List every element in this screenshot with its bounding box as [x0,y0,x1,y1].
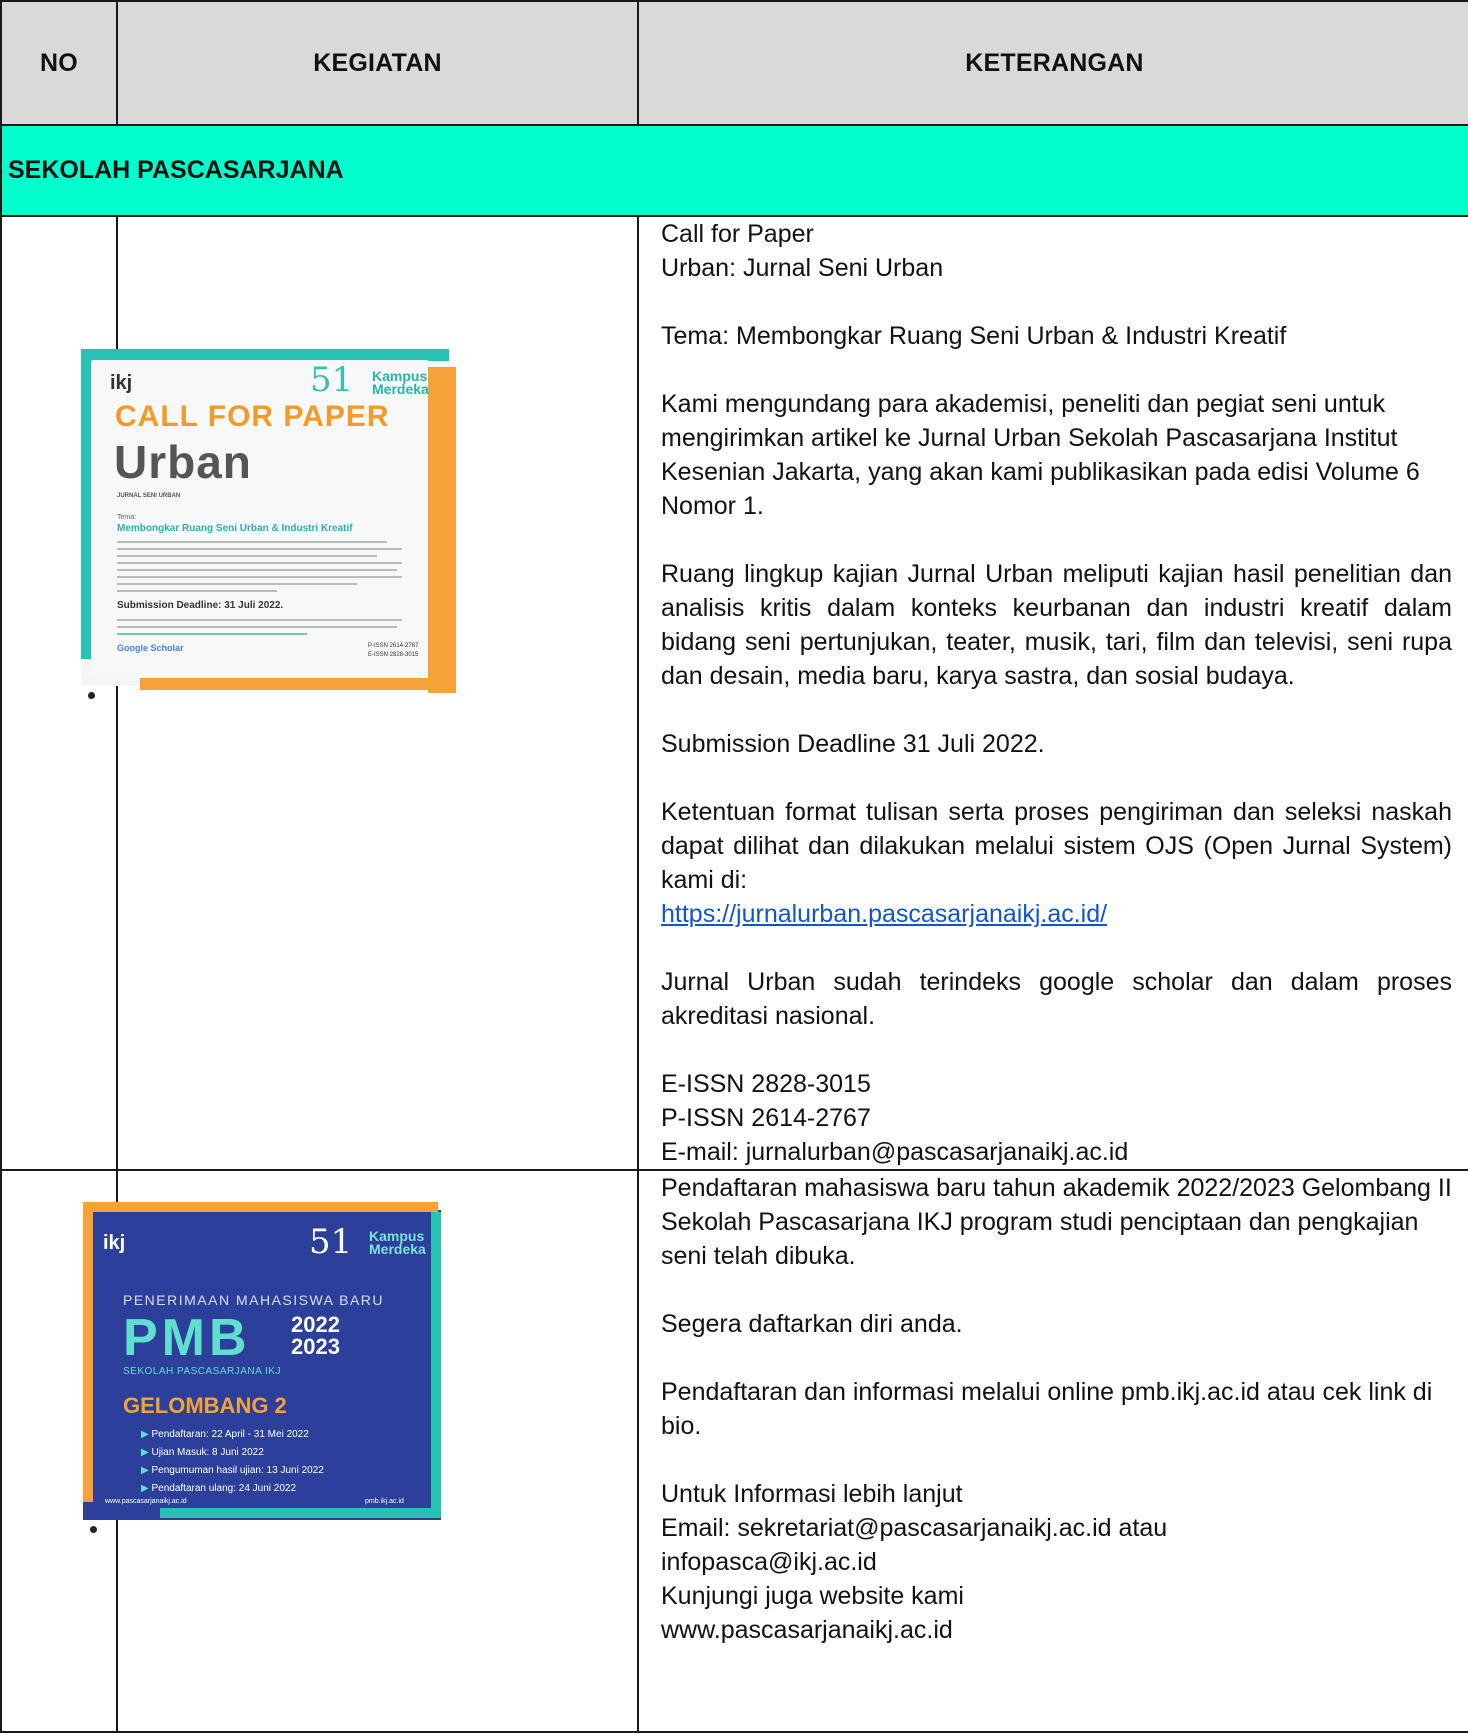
poster1-title: CALL FOR PAPER [115,400,390,433]
text-line: Email: sekretariat@pascasarjanaikj.ac.id… [661,1514,1168,1542]
carousel-dot-icon [88,1524,99,1535]
poster1-urban: Urban [114,436,252,488]
text-paragraph: Ruang lingkup kajian Jurnal Urban melipu… [661,560,1452,690]
text-line: P-ISSN 2614-2767 [661,1104,871,1132]
schedule-item-text: Pengumuman hasil ujian: 13 Juni 2022 [151,1465,324,1476]
text-line: Submission Deadline 31 Juli 2022. [661,730,1045,758]
schedule-item: ▶ Pendaftaran ulang: 24 Juni 2022 [141,1483,297,1494]
poster1-pissn: P-ISSN 2614-2767 [368,643,419,649]
poster1-orange-edge [428,367,456,693]
text-line: Segera daftarkan diri anda. [661,1310,963,1338]
poster1-eissn: E-ISSN 2828-3015 [368,652,419,658]
schedule-item: ▶ Pengumuman hasil ujian: 13 Juni 2022 [141,1465,324,1476]
header-row: NO KEGIATAN KETERANGAN [0,0,1468,126]
header-no: NO [0,0,118,126]
carousel-dot-icon [88,692,95,699]
text-paragraph: Jurnal Urban sudah terindeks google scho… [661,968,1452,1030]
poster2-teal-bottom [160,1508,441,1518]
text-paragraph: Ketentuan format tulisan serta proses pe… [661,798,1452,894]
poster2-pmb: PMB [123,1309,251,1367]
poster2-schedule: ▶ Pendaftaran: 22 April - 31 Mei 2022 ▶ … [141,1426,324,1498]
google-scholar-logo: Google Scholar [117,643,184,653]
text-line: infopasca@ikj.ac.id [661,1548,877,1576]
row1-keterangan: Call for Paper Urban: Jurnal Seni Urban … [637,215,1468,1171]
schedule-item: ▶ Pendaftaran: 22 April - 31 Mei 2022 [141,1429,309,1440]
text-line: Tema: Membongkar Ruang Seni Urban & Indu… [661,322,1287,350]
schedule-item-text: Ujian Masuk: 8 Juni 2022 [151,1447,264,1458]
poster2-background: ikj 51 Kampus Merdeka PENERIMAAN MAHASISW… [83,1210,441,1520]
header-keterangan: KETERANGAN [637,0,1468,126]
text-line: Call for Paper [661,220,814,248]
poster2-years: 2022 2023 [291,1314,340,1358]
logo-51: 51 [310,360,354,400]
poster2-web: www.pascasarjanaikj.ac.id [105,1498,187,1505]
kampus-merdeka-logo: Kampus Merdeka [369,1229,426,1257]
poster1-body-lines [117,541,402,592]
text-line: Kunjungi juga website kami [661,1582,964,1610]
ikj-logo: ikj [110,372,133,394]
text-line: E-ISSN 2828-3015 [661,1070,871,1098]
poster1-tema: Membongkar Ruang Seni Urban & Industri K… [117,523,353,534]
logo-51: 51 [309,1222,353,1262]
poster1-teal-edge [81,349,91,659]
poster2-school: SEKOLAH PASCASARJANA IKJ [123,1366,281,1377]
poster1-deadline: Submission Deadline: 31 Juli 2022. [117,600,284,611]
poster1-orange-bottom [140,676,456,690]
ojs-link[interactable]: https://jurnalurban.pascasarjanaikj.ac.i… [661,900,1107,928]
schedule-item-text: Pendaftaran: 22 April - 31 Mei 2022 [151,1429,309,1440]
schedule-item-text: Pendaftaran ulang: 24 Juni 2022 [151,1483,297,1494]
schedule-item: ▶ Ujian Masuk: 8 Juni 2022 [141,1447,264,1458]
poster2-orange-top [83,1202,438,1212]
text-line: Urban: Jurnal Seni Urban [661,254,944,282]
poster2-year2: 2023 [291,1334,340,1359]
merdeka-text: Merdeka [372,381,429,397]
section-row: SEKOLAH PASCASARJANA [0,124,1468,217]
poster1-footer-lines [117,619,402,635]
ikj-logo: ikj [103,1232,126,1254]
section-title: SEKOLAH PASCASARJANA [8,156,344,184]
kampus-merdeka-logo: Kampus Merdeka [372,369,429,397]
poster1-subtitle: JURNAL SENI URBAN [117,493,181,499]
poster2-gelombang: GELOMBANG 2 [123,1393,287,1418]
row2-keterangan: Pendaftaran mahasiswa baru tahun akademi… [637,1169,1468,1733]
merdeka-text: Merdeka [369,1241,426,1257]
poster2-teal-edge [431,1212,441,1516]
poster1-tema-label: Tema: [117,514,137,521]
text-paragraph: Kami mengundang para akademisi, peneliti… [661,390,1420,520]
poster2-penerimaan: PENERIMAAN MAHASISWA BARU [123,1292,385,1308]
text-paragraph: Pendaftaran dan informasi melalui online… [661,1378,1433,1440]
poster2-orange-edge [83,1202,93,1502]
text-paragraph: Pendaftaran mahasiswa baru tahun akademi… [661,1174,1452,1270]
text-line: www.pascasarjanaikj.ac.id [661,1616,953,1644]
header-kegiatan: KEGIATAN [116,0,639,126]
poster2-pmb-web: pmb.ikj.ac.id [365,1498,404,1505]
text-line: E-mail: jurnalurban@pascasarjanaikj.ac.i… [661,1138,1129,1166]
text-line: Untuk Informasi lebih lanjut [661,1480,963,1508]
section-title-cell: SEKOLAH PASCASARJANA [0,124,1468,217]
